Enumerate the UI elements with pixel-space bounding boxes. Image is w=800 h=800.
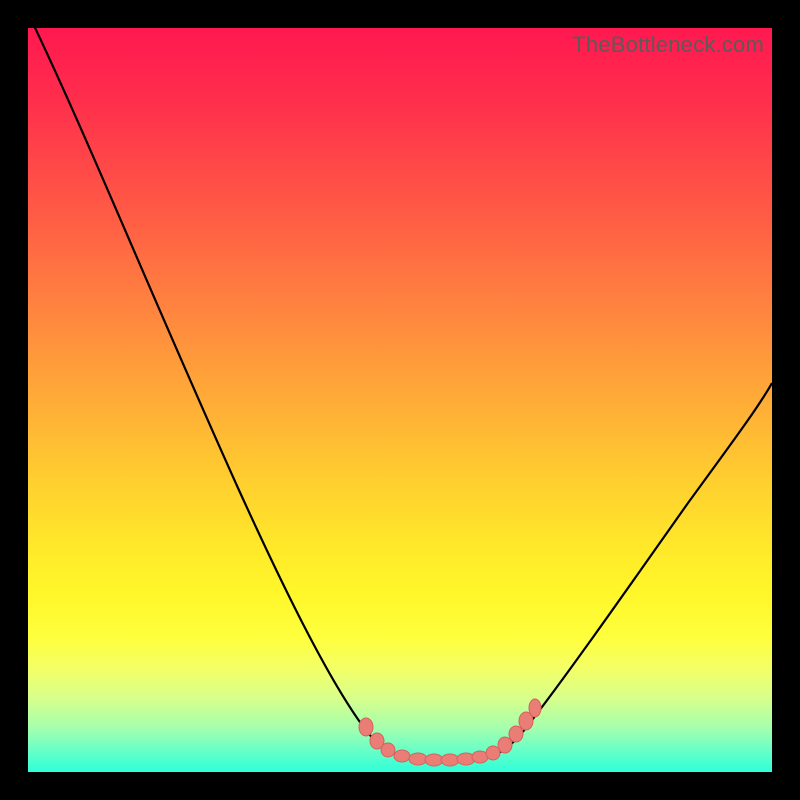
curve-group: [28, 28, 772, 760]
outer-frame: TheBottleneck.com: [0, 0, 800, 800]
marker-dot: [441, 754, 459, 766]
marker-dot: [409, 753, 427, 765]
marker-group: [359, 699, 541, 766]
marker-dot: [381, 743, 395, 757]
marker-dot: [486, 746, 500, 760]
marker-dot: [425, 754, 443, 766]
marker-dot: [498, 737, 512, 753]
bottleneck-curve: [28, 28, 772, 760]
plot-area: TheBottleneck.com: [28, 28, 772, 772]
marker-dot: [529, 699, 541, 717]
marker-dot: [394, 750, 410, 762]
marker-dot: [509, 726, 523, 742]
curve-svg: [28, 28, 772, 772]
marker-dot: [359, 718, 373, 736]
